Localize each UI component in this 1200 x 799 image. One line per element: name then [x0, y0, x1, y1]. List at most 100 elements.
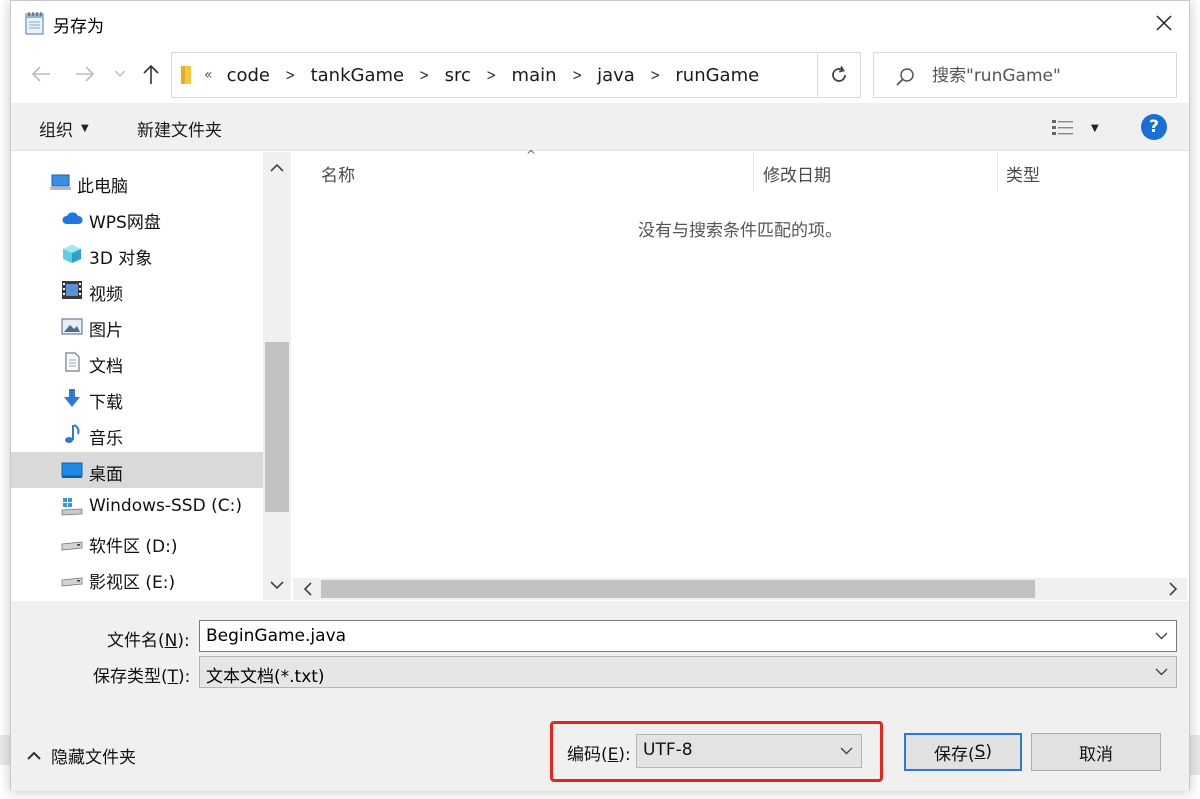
filetype-select[interactable]: 文本文档(*.txt)	[199, 656, 1177, 688]
save-label-accesskey: S	[974, 742, 986, 762]
column-divider[interactable]	[753, 152, 754, 192]
breadcrumb-overflow[interactable]: «	[204, 67, 213, 83]
encoding-label-text: 编码(	[567, 745, 608, 765]
column-header-name[interactable]: 名称	[321, 161, 355, 186]
file-list-horizontal-scrollbar[interactable]	[293, 578, 1187, 600]
video-icon	[62, 281, 82, 299]
scroll-up-button[interactable]	[263, 152, 291, 182]
column-header-modified[interactable]: 修改日期	[763, 161, 831, 186]
filename-label-text: 文件名(	[107, 631, 165, 651]
sidebar-item-label: 文档	[89, 357, 123, 377]
desktop-icon	[61, 462, 83, 478]
filename-label: 文件名(N):	[107, 626, 190, 651]
scroll-left-button[interactable]	[293, 578, 321, 600]
sidebar-item-documents[interactable]: 文档	[11, 344, 263, 380]
search-input[interactable]	[932, 61, 1162, 91]
download-icon	[64, 389, 80, 407]
breadcrumb-separator-icon[interactable]: >	[572, 66, 582, 84]
sidebar-item-drive-c[interactable]: Windows-SSD (C:)	[11, 488, 263, 524]
organize-menu-button[interactable]: 组织 ▼	[39, 116, 89, 141]
encoding-label: 编码(E):	[567, 740, 631, 765]
navigation-pane-scrollbar[interactable]	[263, 152, 291, 600]
sidebar-item-drive-e[interactable]: 影视区 (E:)	[11, 560, 263, 596]
refresh-icon	[832, 66, 846, 82]
chevron-up-icon	[270, 163, 284, 172]
filename-label-suffix: ):	[177, 631, 190, 651]
sidebar-item-label: 桌面	[89, 465, 123, 485]
back-button[interactable]	[27, 61, 55, 87]
filetype-value: 文本文档(*.txt)	[206, 667, 325, 687]
sidebar-item-pictures[interactable]: 图片	[11, 308, 263, 344]
filename-value[interactable]: BeginGame.java	[206, 626, 346, 646]
scroll-right-button[interactable]	[1159, 578, 1187, 600]
sidebar-item-3d-objects[interactable]: 3D 对象	[11, 236, 263, 272]
breadcrumb-item-main[interactable]: main	[512, 65, 557, 86]
drive-icon	[61, 577, 83, 587]
sidebar-item-label: 下载	[89, 393, 123, 413]
chevron-down-icon	[1155, 632, 1167, 640]
encoding-select[interactable]: UTF-8	[636, 734, 862, 768]
scroll-down-button[interactable]	[263, 570, 291, 600]
breadcrumb-separator-icon[interactable]: >	[486, 66, 496, 84]
cloud-icon	[62, 212, 83, 224]
scrollbar-thumb[interactable]	[321, 580, 1035, 598]
sort-ascending-icon: ^	[526, 148, 537, 162]
filetype-label-accesskey: T	[167, 667, 179, 687]
help-button[interactable]: ?	[1141, 114, 1167, 140]
empty-results-message: 没有与搜索条件匹配的项。	[638, 221, 842, 241]
sidebar-item-wps-cloud[interactable]: WPS网盘	[11, 200, 263, 236]
breadcrumb-item-rungame[interactable]: runGame	[675, 65, 759, 86]
breadcrumb-separator-icon[interactable]: >	[285, 66, 295, 84]
chevron-up-icon	[27, 751, 41, 760]
search-icon	[896, 68, 914, 86]
search-box[interactable]	[873, 52, 1177, 98]
navigation-bar: « code > tankGame > src > main > java > …	[11, 47, 1189, 101]
column-header-type[interactable]: 类型	[1006, 161, 1040, 186]
chevron-down-icon	[270, 580, 284, 589]
encoding-dropdown-button[interactable]	[835, 740, 857, 762]
documents-icon	[65, 352, 80, 372]
breadcrumb-separator-icon[interactable]: >	[650, 66, 660, 84]
up-button[interactable]	[137, 61, 165, 87]
hide-folders-toggle[interactable]: 隐藏文件夹	[25, 743, 136, 768]
breadcrumb-item-java[interactable]: java	[597, 65, 635, 86]
pictures-icon	[61, 318, 83, 335]
sidebar-item-downloads[interactable]: 下载	[11, 380, 263, 416]
organize-label: 组织	[39, 121, 73, 141]
breadcrumb-item-src[interactable]: src	[445, 65, 471, 86]
filename-field[interactable]: BeginGame.java	[199, 620, 1177, 652]
recent-locations-button[interactable]	[111, 63, 129, 85]
new-folder-button[interactable]: 新建文件夹	[137, 116, 222, 141]
close-button[interactable]	[1147, 7, 1181, 39]
title-bar: 另存为	[11, 1, 1189, 45]
sidebar-item-music[interactable]: 音乐	[11, 416, 263, 452]
chevron-down-icon	[840, 747, 852, 755]
music-icon	[65, 424, 80, 443]
forward-button[interactable]	[71, 61, 99, 87]
save-button[interactable]: 保存(S)	[904, 733, 1022, 771]
scrollbar-thumb[interactable]	[265, 342, 289, 512]
chevron-right-icon	[1168, 582, 1177, 596]
column-divider[interactable]	[997, 152, 998, 192]
filename-history-dropdown[interactable]	[1148, 624, 1174, 648]
filetype-dropdown-button[interactable]	[1148, 660, 1174, 684]
3d-objects-icon	[63, 245, 81, 263]
details-view-icon	[1052, 120, 1073, 135]
sidebar-item-label: 3D 对象	[89, 249, 153, 269]
save-label-suffix: )	[985, 742, 993, 762]
change-view-button[interactable]: ▼	[1051, 115, 1111, 141]
refresh-button[interactable]	[817, 52, 861, 98]
sidebar-item-videos[interactable]: 视频	[11, 272, 263, 308]
address-bar[interactable]: « code > tankGame > src > main > java > …	[171, 52, 859, 98]
breadcrumb-item-tankgame[interactable]: tankGame	[311, 65, 405, 86]
sidebar-item-drive-d[interactable]: 软件区 (D:)	[11, 524, 263, 560]
breadcrumb-item-code[interactable]: code	[227, 65, 270, 86]
cancel-button[interactable]: 取消	[1031, 733, 1161, 771]
encoding-label-suffix: ):	[618, 745, 631, 765]
breadcrumb-separator-icon[interactable]: >	[419, 66, 429, 84]
sidebar-item-desktop[interactable]: 桌面	[11, 452, 263, 488]
sidebar-item-this-pc[interactable]: 此电脑	[11, 164, 263, 200]
chevron-down-icon	[114, 70, 126, 77]
save-as-dialog: 另存为 « code > tankGame > src > main > jav…	[10, 0, 1190, 791]
column-headers: ^ 名称 修改日期 类型	[293, 148, 1187, 192]
